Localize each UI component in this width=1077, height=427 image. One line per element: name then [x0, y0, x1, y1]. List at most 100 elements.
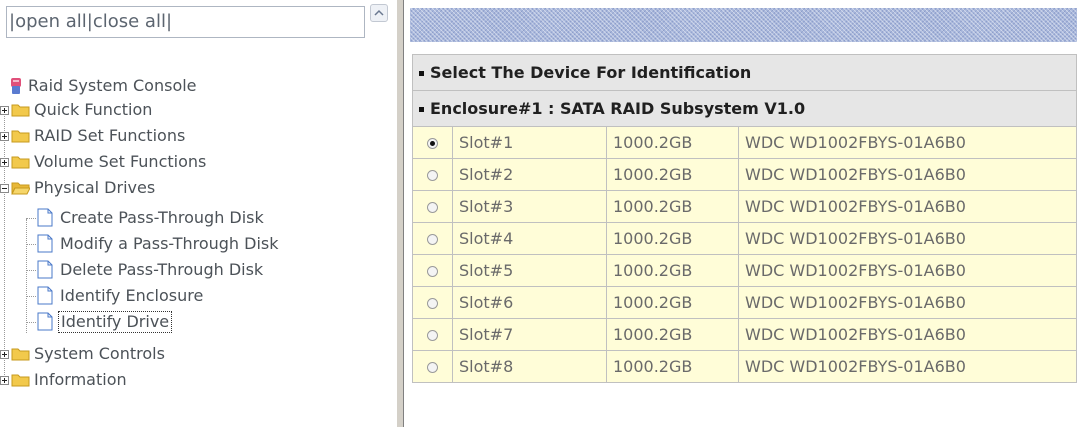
- radio-cell[interactable]: [412, 254, 453, 287]
- tree-item-label: Information: [34, 370, 127, 389]
- model-cell: WDC WD1002FBYS-01A6B0: [738, 254, 1077, 287]
- toolbar-separator: |: [165, 11, 173, 32]
- capacity-cell: 1000.2GB: [606, 350, 739, 383]
- tree-connector: [26, 322, 36, 323]
- model-cell: WDC WD1002FBYS-01A6B0: [738, 350, 1077, 383]
- tree-item-physical-drives[interactable]: Physical Drives: [0, 177, 380, 199]
- section-header: Select The Device For Identification: [412, 54, 1077, 91]
- capacity-cell: 1000.2GB: [606, 318, 739, 351]
- tree-item-label: Identify Enclosure: [60, 286, 204, 305]
- radio-cell[interactable]: [412, 286, 453, 319]
- close-all-link[interactable]: close all: [93, 11, 166, 32]
- model-cell: WDC WD1002FBYS-01A6B0: [738, 286, 1077, 319]
- enclosure-header: Enclosure#1 : SATA RAID Subsystem V1.0: [412, 90, 1077, 127]
- open-folder-icon: [11, 182, 30, 195]
- table-row[interactable]: Slot#1 1000.2GB WDC WD1002FBYS-01A6B0: [412, 126, 1077, 159]
- tree-item-modify-pass-through-disk[interactable]: Modify a Pass-Through Disk: [26, 233, 380, 255]
- table-row[interactable]: Slot#7 1000.2GB WDC WD1002FBYS-01A6B0: [412, 318, 1077, 351]
- expand-plus-icon[interactable]: [0, 350, 9, 359]
- capacity-cell: 1000.2GB: [606, 158, 739, 191]
- slot-cell: Slot#4: [452, 222, 607, 255]
- folder-icon: [11, 104, 30, 117]
- radio-button-icon[interactable]: [427, 266, 438, 277]
- slot-cell: Slot#2: [452, 158, 607, 191]
- capacity-cell: 1000.2GB: [606, 126, 739, 159]
- tree-connector: [26, 270, 36, 271]
- tree-item-label-selected: Identify Drive: [58, 311, 173, 333]
- table-row[interactable]: Slot#4 1000.2GB WDC WD1002FBYS-01A6B0: [412, 222, 1077, 255]
- scroll-up-icon: [374, 9, 384, 16]
- radio-button-icon[interactable]: [427, 298, 438, 309]
- slot-cell: Slot#7: [452, 318, 607, 351]
- expand-plus-icon[interactable]: [0, 106, 9, 115]
- table-row[interactable]: Slot#3 1000.2GB WDC WD1002FBYS-01A6B0: [412, 190, 1077, 223]
- radio-button-icon[interactable]: [427, 362, 438, 373]
- tree-connector: [26, 296, 36, 297]
- radio-button-icon[interactable]: [427, 202, 438, 213]
- page-icon: [37, 234, 53, 253]
- tree-item-label: RAID Set Functions: [34, 126, 186, 145]
- model-cell: WDC WD1002FBYS-01A6B0: [738, 126, 1077, 159]
- capacity-cell: 1000.2GB: [606, 254, 739, 287]
- tree-item-information[interactable]: Information: [0, 369, 380, 391]
- section-title: Select The Device For Identification: [430, 63, 752, 82]
- radio-cell[interactable]: [412, 318, 453, 351]
- folder-icon: [11, 130, 30, 143]
- radio-button-icon[interactable]: [427, 234, 438, 245]
- page-icon: [37, 260, 53, 279]
- tree-item-identify-enclosure[interactable]: Identify Enclosure: [26, 285, 380, 307]
- expand-plus-icon[interactable]: [0, 132, 9, 141]
- radio-cell[interactable]: [412, 158, 453, 191]
- radio-button-icon[interactable]: [427, 330, 438, 341]
- slot-cell: Slot#5: [452, 254, 607, 287]
- tree-connector: [4, 109, 5, 377]
- tree-item-identify-drive[interactable]: Identify Drive: [26, 311, 380, 333]
- tree-item-volume-set-functions[interactable]: Volume Set Functions: [0, 151, 380, 173]
- radio-cell[interactable]: [412, 350, 453, 383]
- tree-item-label: Quick Function: [34, 100, 153, 119]
- tree-item-label: Create Pass-Through Disk: [60, 208, 264, 227]
- tree-item-system-controls[interactable]: System Controls: [0, 343, 380, 365]
- table-header-row: Select The Device For Identification: [412, 54, 1077, 91]
- frame-divider[interactable]: [396, 0, 404, 427]
- capacity-cell: 1000.2GB: [606, 286, 739, 319]
- bullet-icon: [419, 71, 424, 76]
- radio-cell[interactable]: [412, 126, 453, 159]
- tree-item-label: Physical Drives: [34, 178, 156, 197]
- tree-toolbar: |open all|close all|: [6, 6, 365, 38]
- model-cell: WDC WD1002FBYS-01A6B0: [738, 222, 1077, 255]
- tree-item-create-pass-through-disk[interactable]: Create Pass-Through Disk: [26, 207, 380, 229]
- tree-item-delete-pass-through-disk[interactable]: Delete Pass-Through Disk: [26, 259, 380, 281]
- radio-button-icon[interactable]: [427, 138, 438, 149]
- expand-plus-icon[interactable]: [0, 376, 9, 385]
- scroll-up-button[interactable]: [370, 4, 388, 22]
- slot-cell: Slot#1: [452, 126, 607, 159]
- device-table: Select The Device For Identification Enc…: [412, 54, 1077, 383]
- raid-console-icon: [11, 78, 21, 94]
- table-row[interactable]: Slot#8 1000.2GB WDC WD1002FBYS-01A6B0: [412, 350, 1077, 383]
- table-row[interactable]: Slot#6 1000.2GB WDC WD1002FBYS-01A6B0: [412, 286, 1077, 319]
- page-icon: [37, 312, 53, 331]
- enclosure-title: Enclosure#1 : SATA RAID Subsystem V1.0: [430, 99, 806, 118]
- folder-icon: [11, 374, 30, 387]
- open-all-link[interactable]: open all: [15, 11, 87, 32]
- page-icon: [37, 286, 53, 305]
- capacity-cell: 1000.2GB: [606, 222, 739, 255]
- tree-item-raid-set-functions[interactable]: RAID Set Functions: [0, 125, 380, 147]
- tree-connector: [26, 244, 36, 245]
- radio-cell[interactable]: [412, 222, 453, 255]
- tree-item-quick-function[interactable]: Quick Function: [0, 99, 380, 121]
- tree-item-label: System Controls: [34, 344, 165, 363]
- capacity-cell: 1000.2GB: [606, 190, 739, 223]
- header-banner: [410, 8, 1077, 42]
- model-cell: WDC WD1002FBYS-01A6B0: [738, 158, 1077, 191]
- collapse-minus-icon[interactable]: [0, 184, 9, 193]
- table-row[interactable]: Slot#2 1000.2GB WDC WD1002FBYS-01A6B0: [412, 158, 1077, 191]
- tree-item-label: Modify a Pass-Through Disk: [60, 234, 279, 253]
- slot-cell: Slot#8: [452, 350, 607, 383]
- tree-item-label: Volume Set Functions: [34, 152, 207, 171]
- radio-button-icon[interactable]: [427, 170, 438, 181]
- radio-cell[interactable]: [412, 190, 453, 223]
- expand-plus-icon[interactable]: [0, 158, 9, 167]
- table-row[interactable]: Slot#5 1000.2GB WDC WD1002FBYS-01A6B0: [412, 254, 1077, 287]
